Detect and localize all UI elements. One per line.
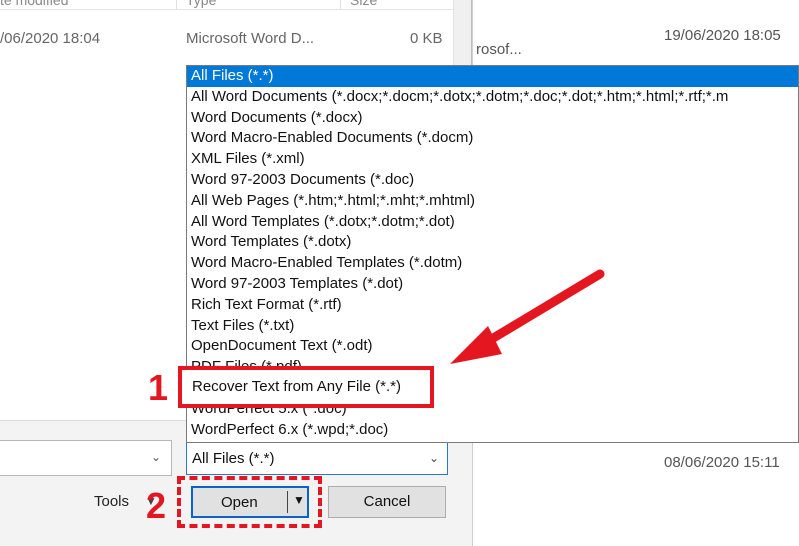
dropdown-item[interactable]: XML Files (*.xml) [187,149,798,170]
file-type-combo[interactable]: All Files (*.*) ⌄ [186,441,448,475]
dropdown-item[interactable]: Word Templates (*.dotx) [187,232,798,253]
file-row[interactable]: /06/2020 18:04 Microsoft Word D... 0 KB [0,28,453,52]
column-separator[interactable] [176,0,177,10]
file-name-combo[interactable]: ⌄ [0,440,172,476]
file-date-modified: /06/2020 18:04 [0,30,101,47]
annotation-highlight-box: Recover Text from Any File (*.*) [178,366,434,408]
dropdown-item[interactable]: Word 97-2003 Documents (*.doc) [187,170,798,191]
tools-button[interactable]: Tools [94,493,129,510]
dropdown-item[interactable]: All Files (*.*) [187,66,798,87]
header-date-modified[interactable]: te modified [0,0,68,8]
header-size[interactable]: Size [350,0,377,8]
file-size: 0 KB [410,30,443,47]
header-type[interactable]: Type [186,0,216,8]
column-separator[interactable] [340,0,341,10]
dropdown-item[interactable]: All Word Documents (*.docx;*.docm;*.dotx… [187,87,798,108]
dropdown-item[interactable]: Word Documents (*.docx) [187,108,798,129]
cancel-button-label: Cancel [363,493,411,510]
background-date-modified-2: 08/06/2020 15:11 [664,454,780,471]
cancel-button[interactable]: Cancel [328,486,446,518]
dropdown-item-recover-text[interactable]: Recover Text from Any File (*.*) [192,378,401,395]
dropdown-item[interactable]: All Web Pages (*.htm;*.html;*.mht;*.mhtm… [187,191,798,212]
annotation-arrow-icon [450,269,605,364]
chevron-down-icon[interactable]: ⌄ [429,451,439,465]
dropdown-item[interactable]: Word Macro-Enabled Documents (*.docm) [187,128,798,149]
dropdown-item[interactable]: WordPerfect 6.x (*.wpd;*.doc) [187,420,798,441]
dropdown-item[interactable]: All Word Templates (*.dotx;*.dotm;*.dot) [187,212,798,233]
annotation-step-1: 1 [148,367,169,408]
file-type-combo-value: All Files (*.*) [192,450,275,467]
annotation-dashed-box [177,476,322,528]
file-type: Microsoft Word D... [186,30,315,47]
annotation-step-2: 2 [146,485,167,526]
chevron-down-icon[interactable]: ⌄ [151,450,161,464]
file-list-headers: te modified Type Size [0,0,453,10]
background-date-modified-1: 19/06/2020 18:05 [664,27,781,44]
background-file-type-fragment: rosof... [476,41,522,58]
